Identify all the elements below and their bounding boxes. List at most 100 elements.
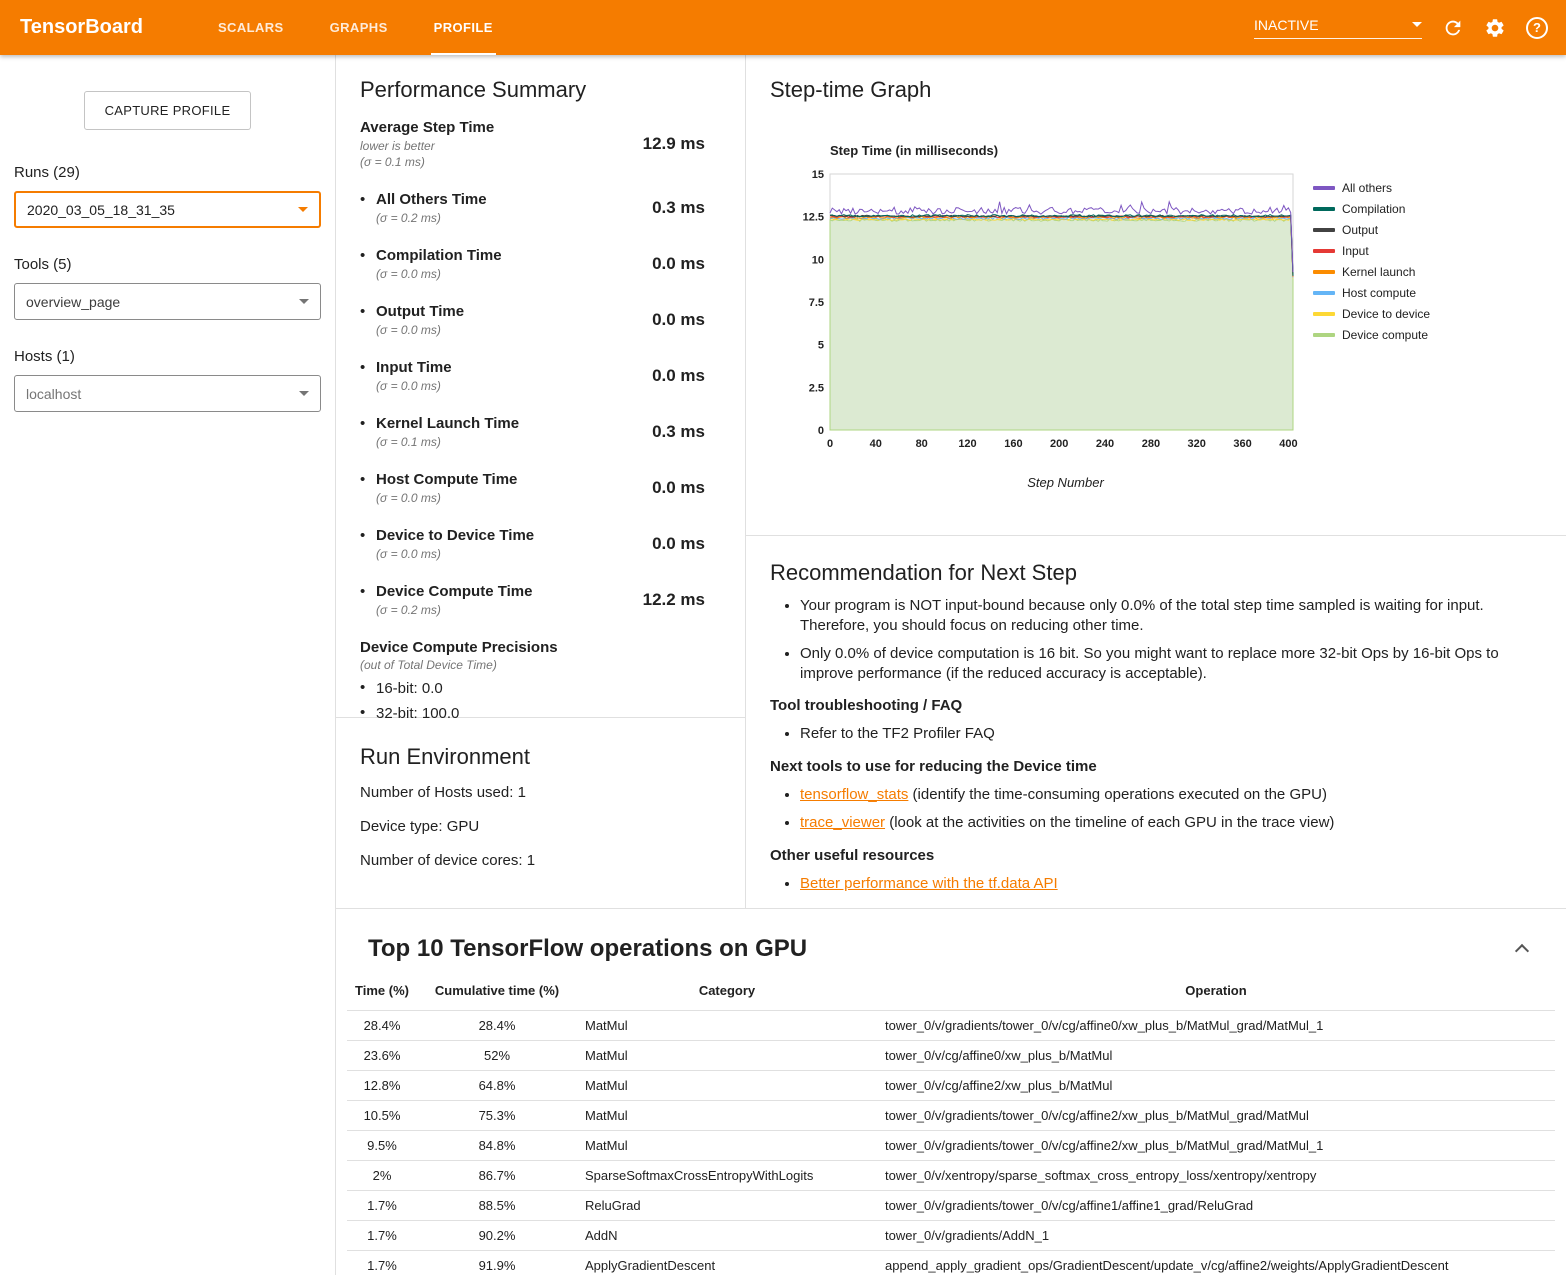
svg-text:15: 15 (812, 169, 824, 181)
svg-text:200: 200 (1050, 438, 1068, 450)
legend-swatch (1313, 333, 1335, 337)
performance-summary-title: Performance Summary (360, 77, 721, 103)
runs-select[interactable]: 2020_03_05_18_31_35 (14, 191, 321, 228)
resource-item: Better performance with the tf.data API (800, 874, 1542, 894)
column-header-operation: Operation (877, 979, 1555, 1011)
chart-plot: 02.557.51012.515040801201602002402803203… (796, 166, 1301, 467)
next-tool-item: tensorflow_stats (identify the time-cons… (800, 785, 1542, 805)
tab-profile[interactable]: PROFILE (411, 0, 516, 55)
chevron-down-icon (299, 391, 309, 396)
recommendation-bullet: Only 0.0% of device computation is 16 bi… (800, 644, 1542, 683)
resources-heading: Other useful resources (770, 847, 1542, 864)
trace-viewer-link[interactable]: trace_viewer (800, 814, 885, 831)
chart-title: Step Time (in milliseconds) (830, 143, 1301, 158)
recommendation-bullet: Your program is NOT input-bound because … (800, 596, 1542, 635)
svg-text:7.5: 7.5 (809, 297, 824, 309)
tab-scalars[interactable]: SCALARS (195, 0, 307, 55)
hosts-used: Number of Hosts used: 1 (360, 784, 721, 801)
svg-text:360: 360 (1233, 438, 1251, 450)
svg-text:10: 10 (812, 254, 824, 266)
column-header-cumulative: Cumulative time (%) (417, 979, 577, 1011)
chevron-down-icon (299, 299, 309, 304)
app-title: TensorBoard (20, 16, 143, 39)
hosts-select[interactable]: localhost (14, 375, 321, 412)
recommendation-bullets: Your program is NOT input-bound because … (770, 596, 1542, 683)
chevron-down-icon (298, 207, 308, 212)
bullet-icon: • (360, 191, 376, 209)
help-icon[interactable]: ? (1526, 17, 1548, 39)
app-header: TensorBoard SCALARS GRAPHS PROFILE INACT… (0, 0, 1566, 55)
svg-text:400: 400 (1279, 438, 1297, 450)
device-type: Device type: GPU (360, 818, 721, 835)
bullet-icon: • (360, 471, 376, 489)
chart-legend: All others Compilation Output Input Kern… (1313, 177, 1430, 490)
precision-16bit: • 16-bit: 0.0 (360, 679, 721, 697)
table-row: 10.5% 75.3% MatMul tower_0/v/gradients/t… (347, 1101, 1555, 1131)
svg-text:40: 40 (870, 438, 882, 450)
top-ops-title: Top 10 TensorFlow operations on GPU (368, 935, 807, 963)
table-row: 1.7% 91.9% ApplyGradientDescent append_a… (347, 1251, 1555, 1275)
summary-column: Performance Summary Average Step Time lo… (336, 55, 746, 908)
bullet-icon: • (360, 303, 376, 321)
legend-swatch (1313, 249, 1335, 253)
graph-column: Step-time Graph Step Time (in millisecon… (746, 55, 1566, 908)
svg-text:0: 0 (818, 425, 824, 437)
bullet-icon: • (360, 247, 376, 265)
bullet-icon: • (360, 583, 376, 601)
header-actions: INACTIVE ? (1254, 17, 1548, 39)
step-time-graph-section: Step-time Graph Step Time (in millisecon… (746, 55, 1566, 536)
capture-profile-button[interactable]: CAPTURE PROFILE (84, 91, 252, 130)
tfdata-api-link[interactable]: Better performance with the tf.data API (800, 875, 1058, 892)
legend-item: All others (1313, 177, 1430, 198)
tab-graphs[interactable]: GRAPHS (307, 0, 411, 55)
svg-text:320: 320 (1188, 438, 1206, 450)
svg-text:80: 80 (916, 438, 928, 450)
legend-item: Compilation (1313, 198, 1430, 219)
top-ops-section: Top 10 TensorFlow operations on GPU Time… (336, 908, 1566, 1275)
tensorflow-stats-link[interactable]: tensorflow_stats (800, 786, 908, 803)
recommendation-section: Recommendation for Next Step Your progra… (746, 536, 1566, 902)
top-ops-table: Time (%) Cumulative time (%) Category Op… (347, 979, 1555, 1275)
tools-label: Tools (5) (14, 256, 321, 273)
legend-item: Host compute (1313, 282, 1430, 303)
faq-item: Refer to the TF2 Profiler FAQ (800, 724, 1542, 744)
legend-swatch (1313, 312, 1335, 316)
run-environment-title: Run Environment (360, 744, 721, 770)
collapse-icon[interactable] (1515, 944, 1529, 958)
table-row: 2% 86.7% SparseSoftmaxCrossEntropyWithLo… (347, 1161, 1555, 1191)
metric-compilation-time: • Compilation Time (σ = 0.0 ms) 0.0 ms (360, 247, 721, 281)
tools-select[interactable]: overview_page (14, 283, 321, 320)
next-tool-item: trace_viewer (look at the activities on … (800, 813, 1542, 833)
step-time-chart: Step Time (in milliseconds) 02.557.51012… (796, 143, 1301, 490)
column-header-category: Category (577, 979, 877, 1011)
metric-all-others-time: • All Others Time (σ = 0.2 ms) 0.3 ms (360, 191, 721, 225)
legend-swatch (1313, 186, 1335, 190)
svg-text:12.5: 12.5 (803, 212, 824, 224)
run-environment: Run Environment Number of Hosts used: 1 … (336, 718, 745, 895)
metric-kernel-launch-time: • Kernel Launch Time (σ = 0.1 ms) 0.3 ms (360, 415, 721, 449)
settings-gear-icon[interactable] (1484, 17, 1506, 39)
svg-text:5: 5 (818, 340, 824, 352)
next-tools-heading: Next tools to use for reducing the Devic… (770, 758, 1542, 775)
legend-item: Input (1313, 240, 1430, 261)
refresh-icon[interactable] (1442, 17, 1464, 39)
step-time-graph-title: Step-time Graph (770, 77, 1542, 103)
svg-text:240: 240 (1096, 438, 1114, 450)
status-dropdown-value: INACTIVE (1254, 17, 1319, 33)
legend-item: Output (1313, 219, 1430, 240)
device-compute-precisions: Device Compute Precisions (out of Total … (360, 639, 721, 722)
table-row: 1.7% 90.2% AddN tower_0/v/gradients/AddN… (347, 1221, 1555, 1251)
tools-select-value: overview_page (26, 294, 120, 310)
svg-text:160: 160 (1004, 438, 1022, 450)
runs-label: Runs (29) (14, 164, 321, 181)
svg-text:280: 280 (1142, 438, 1160, 450)
faq-heading: Tool troubleshooting / FAQ (770, 697, 1542, 714)
status-dropdown[interactable]: INACTIVE (1254, 17, 1422, 39)
runs-select-value: 2020_03_05_18_31_35 (27, 202, 175, 218)
legend-item: Kernel launch (1313, 261, 1430, 282)
bullet-icon: • (360, 679, 376, 697)
legend-swatch (1313, 270, 1335, 274)
legend-swatch (1313, 207, 1335, 211)
sidebar: CAPTURE PROFILE Runs (29) 2020_03_05_18_… (0, 55, 335, 1275)
metric-input-time: • Input Time (σ = 0.0 ms) 0.0 ms (360, 359, 721, 393)
